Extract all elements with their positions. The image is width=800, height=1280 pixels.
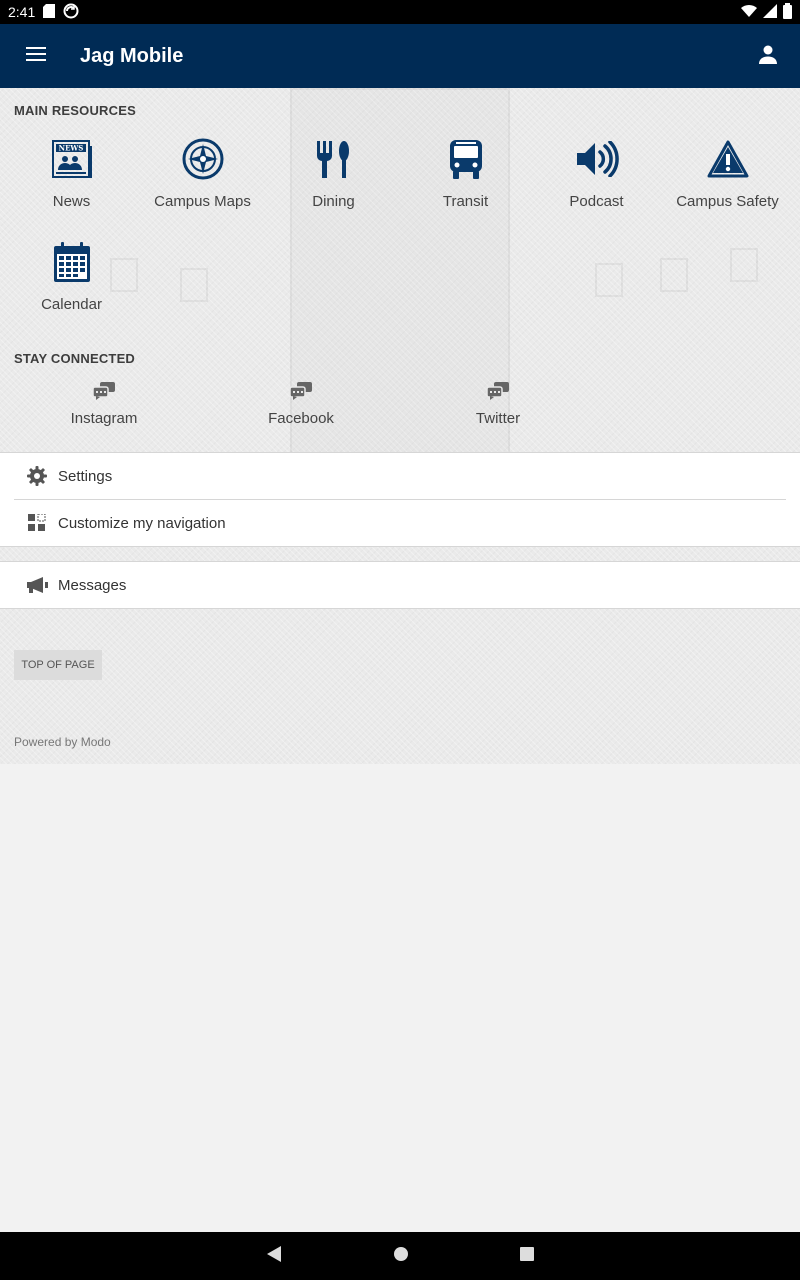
chat-bubbles-icon: [486, 381, 510, 406]
social-twitter[interactable]: Twitter: [418, 381, 578, 427]
battery-icon: [783, 2, 792, 22]
settings-item[interactable]: Settings: [0, 453, 800, 499]
background-window: [180, 268, 208, 302]
recents-icon[interactable]: [519, 1246, 535, 1267]
powered-by-text: Powered by Modo: [14, 735, 111, 749]
social-facebook-label: Facebook: [268, 410, 334, 427]
social-instagram-label: Instagram: [70, 410, 138, 427]
messages-item[interactable]: Messages: [0, 562, 800, 608]
social-instagram[interactable]: Instagram: [24, 381, 184, 427]
tile-podcast-label: Podcast: [569, 193, 624, 210]
tile-calendar[interactable]: Calendar: [6, 240, 137, 313]
speaker-icon: [575, 137, 619, 181]
calendar-icon: [50, 240, 94, 284]
messages-label: Messages: [58, 576, 127, 594]
home-icon[interactable]: [393, 1246, 409, 1267]
tile-campus-maps-label: Campus Maps: [154, 193, 251, 210]
app-title: Jag Mobile: [80, 44, 184, 67]
chat-bubbles-icon: [289, 381, 313, 406]
back-icon[interactable]: [265, 1245, 283, 1268]
bus-icon: [444, 137, 488, 181]
background-window: [730, 248, 758, 282]
tile-campus-safety[interactable]: Campus Safety: [662, 137, 793, 210]
settings-list: Settings Customize my navigation: [0, 452, 800, 547]
tile-campus-safety-label: Campus Safety: [676, 193, 779, 210]
tile-transit[interactable]: Transit: [400, 137, 531, 210]
tile-campus-maps[interactable]: Campus Maps: [137, 137, 268, 210]
social-twitter-label: Twitter: [475, 410, 521, 427]
megaphone-icon: [26, 574, 48, 596]
news-icon: NEWS: [50, 137, 94, 181]
sync-icon: [63, 3, 79, 22]
social-facebook[interactable]: Facebook: [221, 381, 381, 427]
customize-navigation-item[interactable]: Customize my navigation: [0, 500, 800, 546]
person-icon: [758, 44, 778, 69]
tile-news-label: News: [52, 193, 91, 210]
messages-list: Messages: [0, 561, 800, 609]
home-content: MAIN RESOURCES NEWS News Campus Maps Din…: [0, 88, 800, 764]
signal-icon: [763, 3, 777, 21]
settings-label: Settings: [58, 467, 113, 485]
menu-button[interactable]: [0, 24, 72, 88]
compass-icon: [181, 137, 225, 181]
app-bar: Jag Mobile: [0, 24, 800, 88]
status-time: 2:41: [8, 4, 36, 20]
tile-news[interactable]: NEWS News: [6, 137, 137, 210]
grid-icon: [26, 512, 48, 534]
top-of-page-button[interactable]: TOP OF PAGE: [14, 650, 102, 680]
tile-transit-label: Transit: [442, 193, 489, 210]
gear-icon: [26, 465, 48, 487]
svg-text:NEWS: NEWS: [58, 144, 83, 153]
chat-bubbles-icon: [92, 381, 116, 406]
profile-button[interactable]: [736, 24, 800, 88]
tile-dining[interactable]: Dining: [268, 137, 399, 210]
status-bar: 2:41: [0, 0, 800, 24]
sd-card-icon: [43, 3, 56, 21]
background-window: [660, 258, 688, 292]
customize-navigation-label: Customize my navigation: [58, 514, 226, 532]
hamburger-icon: [26, 46, 46, 67]
tile-calendar-label: Calendar: [41, 296, 102, 313]
stay-connected-title: STAY CONNECTED: [14, 351, 136, 366]
fork-knife-icon: [312, 137, 356, 181]
wifi-icon: [741, 4, 757, 21]
main-resources-title: MAIN RESOURCES: [14, 103, 136, 118]
system-nav-bar: [0, 1232, 800, 1280]
tile-dining-label: Dining: [312, 193, 355, 210]
tile-podcast[interactable]: Podcast: [531, 137, 662, 210]
warning-icon: [706, 137, 750, 181]
background-window: [595, 263, 623, 297]
